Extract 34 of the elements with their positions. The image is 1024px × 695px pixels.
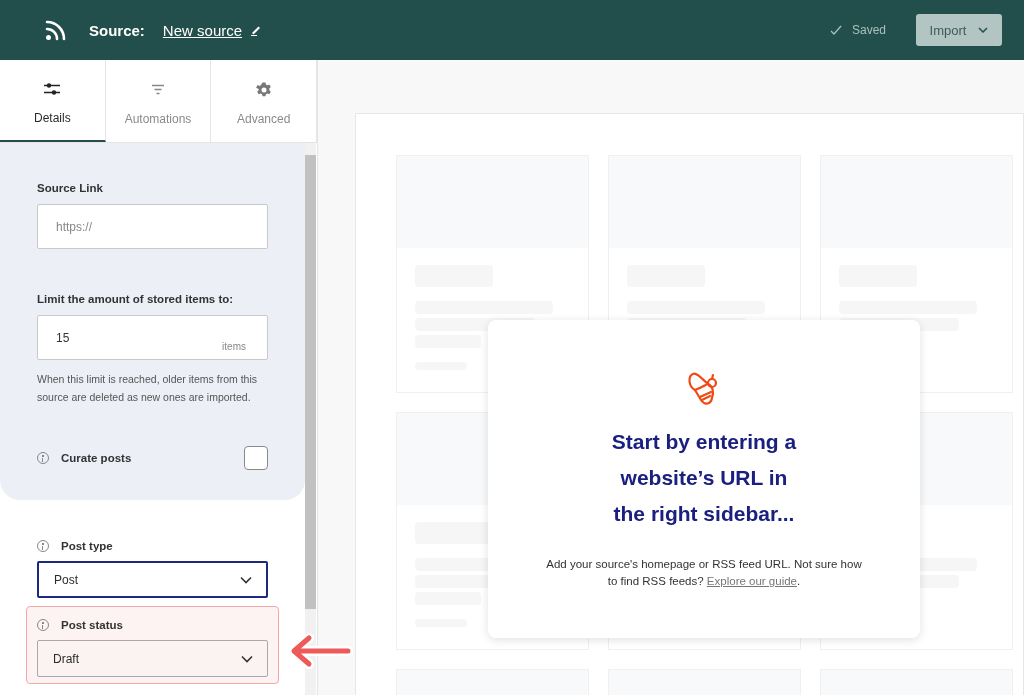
field-label: Post type [61,540,114,552]
check-icon [829,25,842,35]
scrollbar-thumb[interactable] [305,155,316,609]
select-field[interactable]: Post [37,561,268,598]
caret-icon [978,27,989,33]
tab[interactable]: Advanced [211,60,317,142]
help-text: When this limit is reached, older items from this source are deleted as new ones are imported. [37,372,258,405]
scrollbar[interactable] [305,143,316,695]
field-label: Curate posts [61,452,133,464]
unit-label: items [222,341,246,352]
info-icon[interactable] [37,619,49,631]
empty-state-heading: Start by entering a website’s URL in the right sidebar... [611,429,797,527]
filter-icon [151,84,165,96]
sliders-icon [43,82,62,96]
import-button[interactable]: Import [916,14,1002,46]
empty-state-description: Add your source's homepage or RSS feed URL. Not sure how to find RSS feeds? Explore our guide. [545,557,863,589]
source-label: Source: [89,21,145,39]
checkbox[interactable] [244,446,268,470]
guide-link[interactable]: Explore our guide [706,575,797,587]
field-label: Source Link [37,182,104,194]
source-name-link[interactable]: New source [162,21,243,39]
chevron-icon [241,654,253,663]
info-icon[interactable] [37,452,49,464]
rss-icon [45,19,67,41]
select-field[interactable]: Draft [37,640,268,677]
save-status: Saved [851,23,886,37]
url-field[interactable]: https:// [37,204,268,249]
tab[interactable]: Automations [105,60,212,142]
field-label: Limit the amount of stored items to: [37,293,235,305]
info-icon[interactable] [37,540,49,552]
gear-icon [255,82,272,98]
chevron-icon [240,575,252,584]
field-label: Post status [61,619,124,631]
pencil-icon[interactable] [250,24,263,36]
